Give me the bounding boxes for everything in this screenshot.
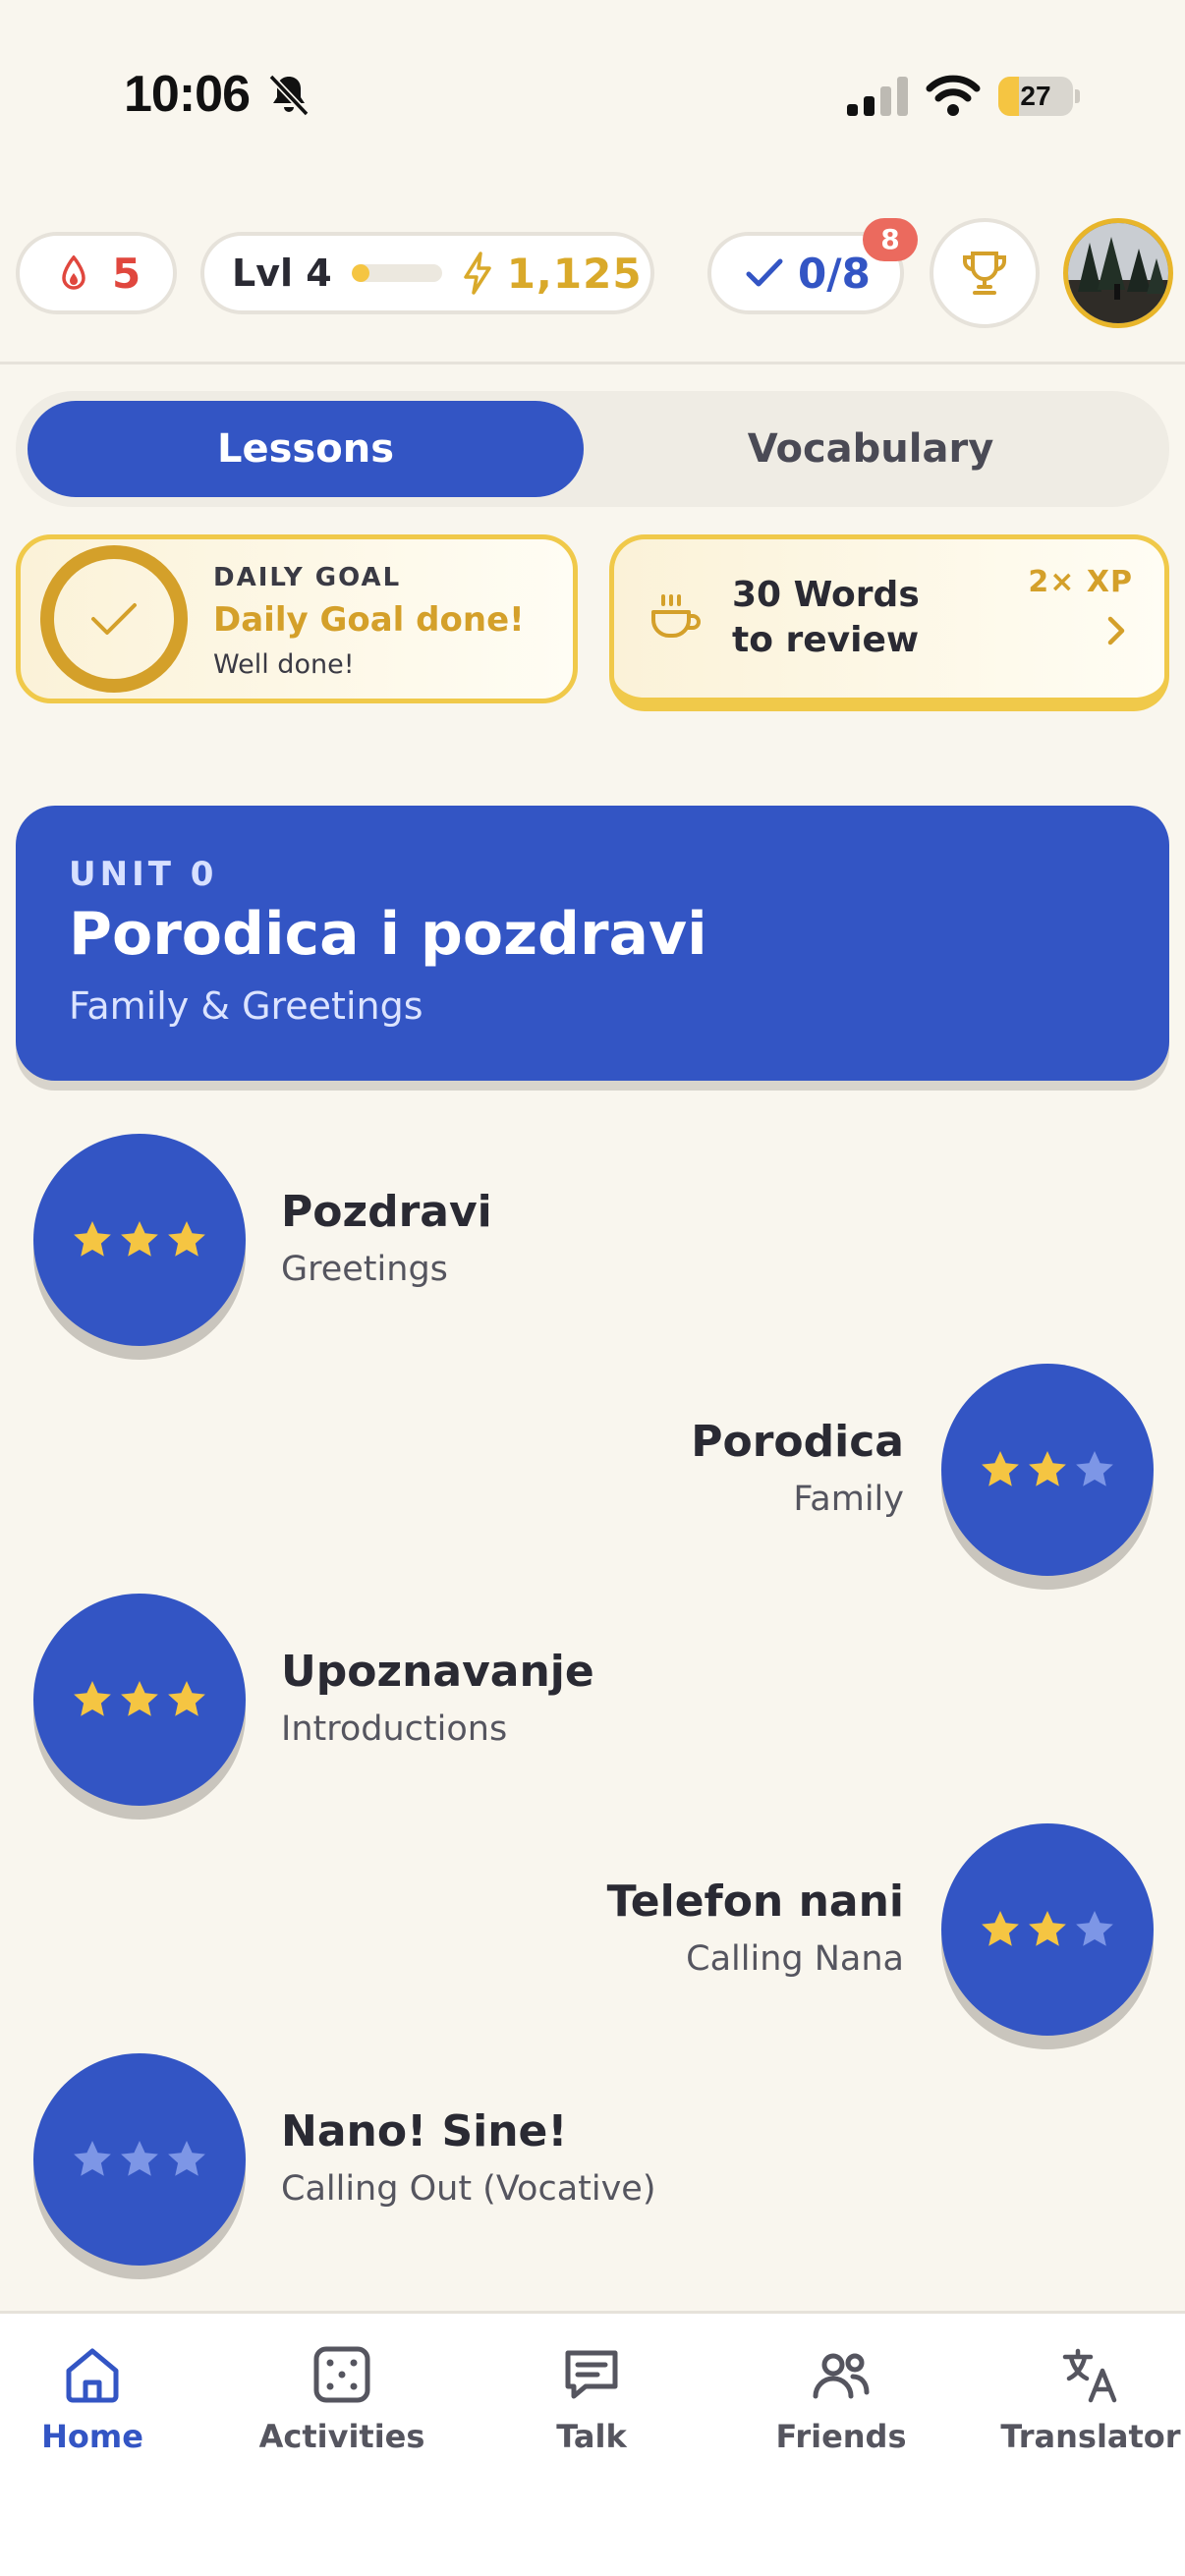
lesson-subtitle: Family <box>793 1480 904 1519</box>
star-rating <box>71 1678 208 1721</box>
header-divider <box>0 362 1185 364</box>
segmented-tabs: Lessons Vocabulary <box>16 391 1169 507</box>
lesson-title[interactable]: Pozdravi <box>281 1187 492 1237</box>
friends-icon <box>813 2353 870 2399</box>
star-empty-icon <box>74 2141 111 2176</box>
flame-icon <box>62 255 85 290</box>
review-count: 30 Words <box>732 575 920 615</box>
dice-icon <box>313 2346 370 2403</box>
nav-label: Talk <box>556 2418 627 2455</box>
star-filled-icon <box>168 1681 205 1716</box>
lesson-title[interactable]: Porodica <box>691 1417 904 1467</box>
lesson-subtitle: Calling Nana <box>686 1939 904 1979</box>
nav-home[interactable]: Home <box>0 2343 200 2455</box>
streak-counter[interactable]: 5 <box>16 232 177 314</box>
lesson-node-telefon-nani[interactable] <box>941 1823 1154 2036</box>
star-filled-icon <box>74 1221 111 1257</box>
nav-activities[interactable]: Activities <box>234 2343 450 2455</box>
chevron-right-icon <box>1107 616 1125 645</box>
star-rating <box>979 1448 1116 1491</box>
star-filled-icon <box>121 1221 158 1257</box>
star-empty-icon <box>168 2141 205 2176</box>
coffee-cup-icon <box>651 594 701 638</box>
level-progress[interactable]: Lvl 4 1,125 <box>200 232 654 314</box>
unit-title: Porodica i pozdravi <box>69 900 707 969</box>
nav-friends[interactable]: Friends <box>733 2343 949 2455</box>
trophy-icon <box>963 252 1006 295</box>
bottom-navigation: Home Activities Talk Friends Translator <box>0 2311 1185 2576</box>
goal-kicker: DAILY GOAL <box>213 563 402 592</box>
star-empty-icon <box>121 2141 158 2176</box>
lesson-subtitle: Introductions <box>281 1709 508 1749</box>
star-filled-icon <box>74 1681 111 1716</box>
nav-label: Activities <box>258 2418 425 2455</box>
star-rating <box>71 1218 208 1261</box>
star-filled-icon <box>1029 1911 1066 1946</box>
lesson-node-porodica[interactable] <box>941 1364 1154 1576</box>
check-icon <box>746 258 783 287</box>
star-filled-icon <box>982 1911 1019 1946</box>
xp-bonus-label: 2× XP <box>1028 565 1133 599</box>
nav-talk[interactable]: Talk <box>483 2343 700 2455</box>
lesson-node-pozdravi[interactable] <box>33 1134 246 1346</box>
goal-subtitle: Well done! <box>213 649 355 680</box>
notification-badge: 8 <box>863 218 918 261</box>
lesson-node-upoznavanje[interactable] <box>33 1594 246 1806</box>
nav-label: Translator <box>1000 2418 1181 2455</box>
level-progress-bar <box>351 264 442 282</box>
tab-vocabulary[interactable]: Vocabulary <box>584 401 1157 497</box>
lightning-icon <box>463 252 491 295</box>
tasks-count: 0/8 <box>798 249 871 298</box>
chat-icon <box>565 2350 618 2399</box>
star-filled-icon <box>168 1221 205 1257</box>
star-empty-icon <box>1076 1911 1113 1946</box>
nav-translator[interactable]: Translator <box>983 2343 1185 2455</box>
leaderboard-button[interactable] <box>930 218 1040 328</box>
translate-icon <box>1062 2348 1117 2403</box>
xp-count: 1,125 <box>506 249 643 298</box>
check-icon <box>91 603 137 635</box>
level-label: Lvl 4 <box>232 252 332 295</box>
daily-goal-card[interactable]: DAILY GOAL Daily Goal done! Well done! <box>16 534 578 703</box>
battery-level: 27 <box>1020 81 1051 111</box>
star-rating <box>71 2138 208 2181</box>
review-label: to review <box>732 620 920 660</box>
unit-subtitle: Family & Greetings <box>69 984 423 1028</box>
star-rating <box>979 1908 1116 1951</box>
star-empty-icon <box>1076 1451 1113 1486</box>
goal-title: Daily Goal done! <box>213 600 525 640</box>
nav-label: Home <box>41 2418 143 2455</box>
cellular-signal-icon <box>847 77 908 116</box>
unit-number: UNIT 0 <box>69 855 218 894</box>
tab-lessons[interactable]: Lessons <box>28 401 584 497</box>
bell-muted-icon <box>268 74 310 117</box>
profile-photo <box>1068 223 1168 323</box>
home-icon <box>66 2348 119 2403</box>
review-words-card[interactable]: 30 Words to review 2× XP <box>609 534 1169 711</box>
avatar[interactable] <box>1063 218 1173 328</box>
lesson-subtitle: Calling Out (Vocative) <box>281 2169 656 2209</box>
star-filled-icon <box>121 1681 158 1716</box>
streak-count: 5 <box>112 249 141 298</box>
nav-label: Friends <box>775 2418 907 2455</box>
lesson-title[interactable]: Nano! Sine! <box>281 2106 567 2156</box>
lesson-title[interactable]: Upoznavanje <box>281 1647 594 1697</box>
goal-progress-ring <box>40 545 188 693</box>
lesson-node-nano-sine[interactable] <box>33 2053 246 2266</box>
status-time: 10:06 <box>124 66 251 123</box>
battery-indicator: 27 <box>998 77 1080 116</box>
lesson-title[interactable]: Telefon nani <box>607 1876 904 1927</box>
wifi-icon <box>926 75 981 116</box>
unit-header[interactable]: UNIT 0 Porodica i pozdravi Family & Gree… <box>16 806 1169 1081</box>
star-filled-icon <box>1029 1451 1066 1486</box>
star-filled-icon <box>982 1451 1019 1486</box>
lesson-subtitle: Greetings <box>281 1250 448 1289</box>
